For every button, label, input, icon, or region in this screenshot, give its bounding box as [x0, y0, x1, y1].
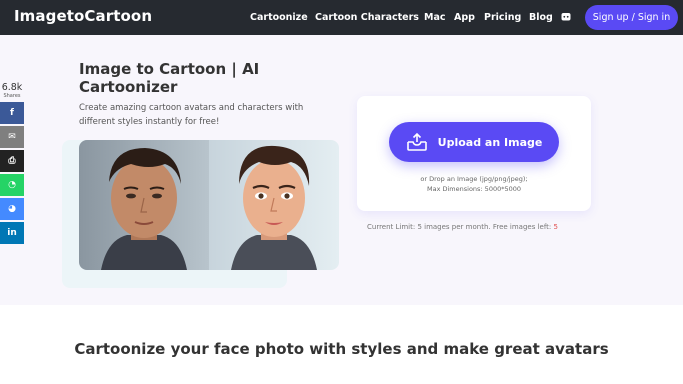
share-linkedin-button[interactable]: in: [0, 222, 24, 244]
share-count: 6.8k Shares: [0, 82, 24, 100]
nav-link-app[interactable]: App: [454, 12, 475, 23]
upload-tray-icon: [406, 132, 427, 151]
messenger-icon: ◕: [8, 204, 16, 214]
top-navbar: ImagetoCartoon Cartoonize Cartoon Charac…: [0, 0, 683, 35]
linkedin-icon: in: [7, 228, 17, 238]
site-logo[interactable]: ImagetoCartoon: [14, 7, 152, 25]
nav-link-pricing[interactable]: Pricing: [484, 12, 521, 23]
upload-image-button[interactable]: Upload an Image: [389, 122, 559, 162]
page-subtitle: Create amazing cartoon avatars and chara…: [79, 103, 304, 127]
facebook-icon: f: [10, 108, 14, 118]
print-icon: ⎙: [8, 156, 16, 166]
nav-link-cartoonize[interactable]: Cartoonize: [250, 12, 308, 23]
usage-limit-text: Current Limit: 5 images per month. Free …: [367, 223, 558, 231]
upload-dimensions-text: Max Dimensions: 5000*5000: [426, 185, 522, 193]
upload-formats-text: or Drop an Image (jpg/png/jpeg);: [420, 175, 528, 183]
nav-link-cartoon-characters[interactable]: Cartoon Characters: [315, 12, 419, 23]
nav-link-mac[interactable]: Mac: [424, 12, 446, 23]
email-icon: ✉: [8, 132, 16, 142]
sign-in-button[interactable]: Sign up / Sign in: [585, 5, 678, 30]
share-email-button[interactable]: ✉: [0, 126, 24, 148]
images-left-count: 5: [553, 223, 558, 231]
section-heading: Cartoonize your face photo with styles a…: [74, 340, 609, 358]
usage-limit-label: Current Limit: 5 images per month. Free …: [367, 223, 552, 231]
before-after-photo: [79, 140, 339, 270]
share-print-button[interactable]: ⎙: [0, 150, 24, 172]
share-count-value: 6.8k: [1, 82, 23, 93]
upload-button-label: Upload an Image: [437, 135, 543, 149]
share-messenger-button[interactable]: ◕: [0, 198, 24, 220]
nav-link-blog[interactable]: Blog: [529, 12, 553, 23]
share-facebook-button[interactable]: f: [0, 102, 24, 124]
share-whatsapp-button[interactable]: ◔: [0, 174, 24, 196]
whatsapp-icon: ◔: [8, 180, 16, 190]
page-title: Image to Cartoon | AI Cartoonizer: [79, 60, 260, 96]
share-count-label: Shares: [3, 93, 21, 99]
discord-icon[interactable]: [561, 12, 571, 22]
upload-instructions: or Drop an Image (jpg/png/jpeg); Max Dim…: [389, 174, 559, 194]
